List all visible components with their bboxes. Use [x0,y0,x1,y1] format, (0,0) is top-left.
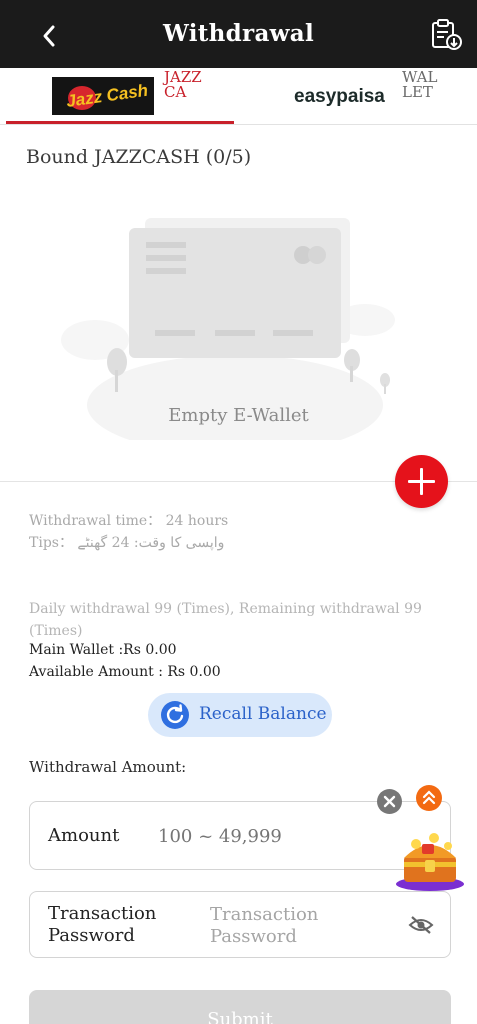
amount-label: Amount [48,825,120,846]
toggle-password-visibility[interactable] [408,914,434,936]
daily-withdrawal-info: Daily withdrawal 99 (Times), Remaining w… [29,601,422,639]
page-title: Withdrawal [162,20,315,47]
tab-label-easypaisa: WALLET [402,68,438,101]
add-wallet-button[interactable] [395,455,448,508]
available-amount: Available Amount : Rs 0.00 [29,664,221,680]
bound-wallet-title: Bound JAZZCASH (0/5) [26,146,252,168]
treasure-chest-icon [396,833,464,891]
submit-label: Submit [207,1009,273,1024]
svg-text:easypaisa: easypaisa [294,86,385,107]
refresh-icon [161,701,189,729]
header-bar: Withdrawal [0,0,477,68]
tips-info: Tips： واپسی کا وقت: 24 گھنٹے [29,535,225,551]
recall-balance-label: Recall Balance [199,704,327,724]
password-field: Transaction Password Transaction Passwor… [29,891,451,958]
withdrawal-time-info: Withdrawal time： 24 hours [29,513,229,529]
tab-jazzcash[interactable]: Jazz Cash JAZZCA [0,68,238,124]
treasure-chest-promo[interactable] [394,824,466,892]
password-label: Transaction Password [48,903,157,946]
recall-balance-button[interactable]: Recall Balance [148,693,332,737]
withdrawal-amount-heading: Withdrawal Amount: [29,758,187,776]
jazzcash-logo: Jazz Cash [52,77,154,115]
tab-easypaisa[interactable]: easypaisa WALLET [238,68,477,124]
expand-promo-button[interactable] [416,785,442,811]
eye-off-icon [408,916,434,934]
empty-wallet-illustration [61,218,395,440]
payment-method-tabs: Jazz Cash JAZZCA easypaisa WALLET [0,68,477,125]
submit-button[interactable]: Submit [29,990,451,1024]
main-wallet-balance: Main Wallet :Rs 0.00 [29,642,177,658]
empty-wallet-label: Empty E-Wallet [168,405,309,426]
tab-label-jazzcash: JAZZCA [164,68,202,101]
active-tab-indicator [6,121,234,124]
clipboard-download-icon [432,19,462,50]
close-icon [383,795,396,808]
close-promo-button[interactable] [377,789,402,814]
password-input[interactable]: Transaction Password [210,904,350,948]
svg-text:Jazz Cash: Jazz Cash [65,81,149,111]
withdrawal-record-button[interactable] [428,18,464,52]
easypaisa-logo: easypaisa [294,83,394,109]
double-chevron-up-icon [422,790,436,805]
amount-input[interactable] [158,822,358,850]
